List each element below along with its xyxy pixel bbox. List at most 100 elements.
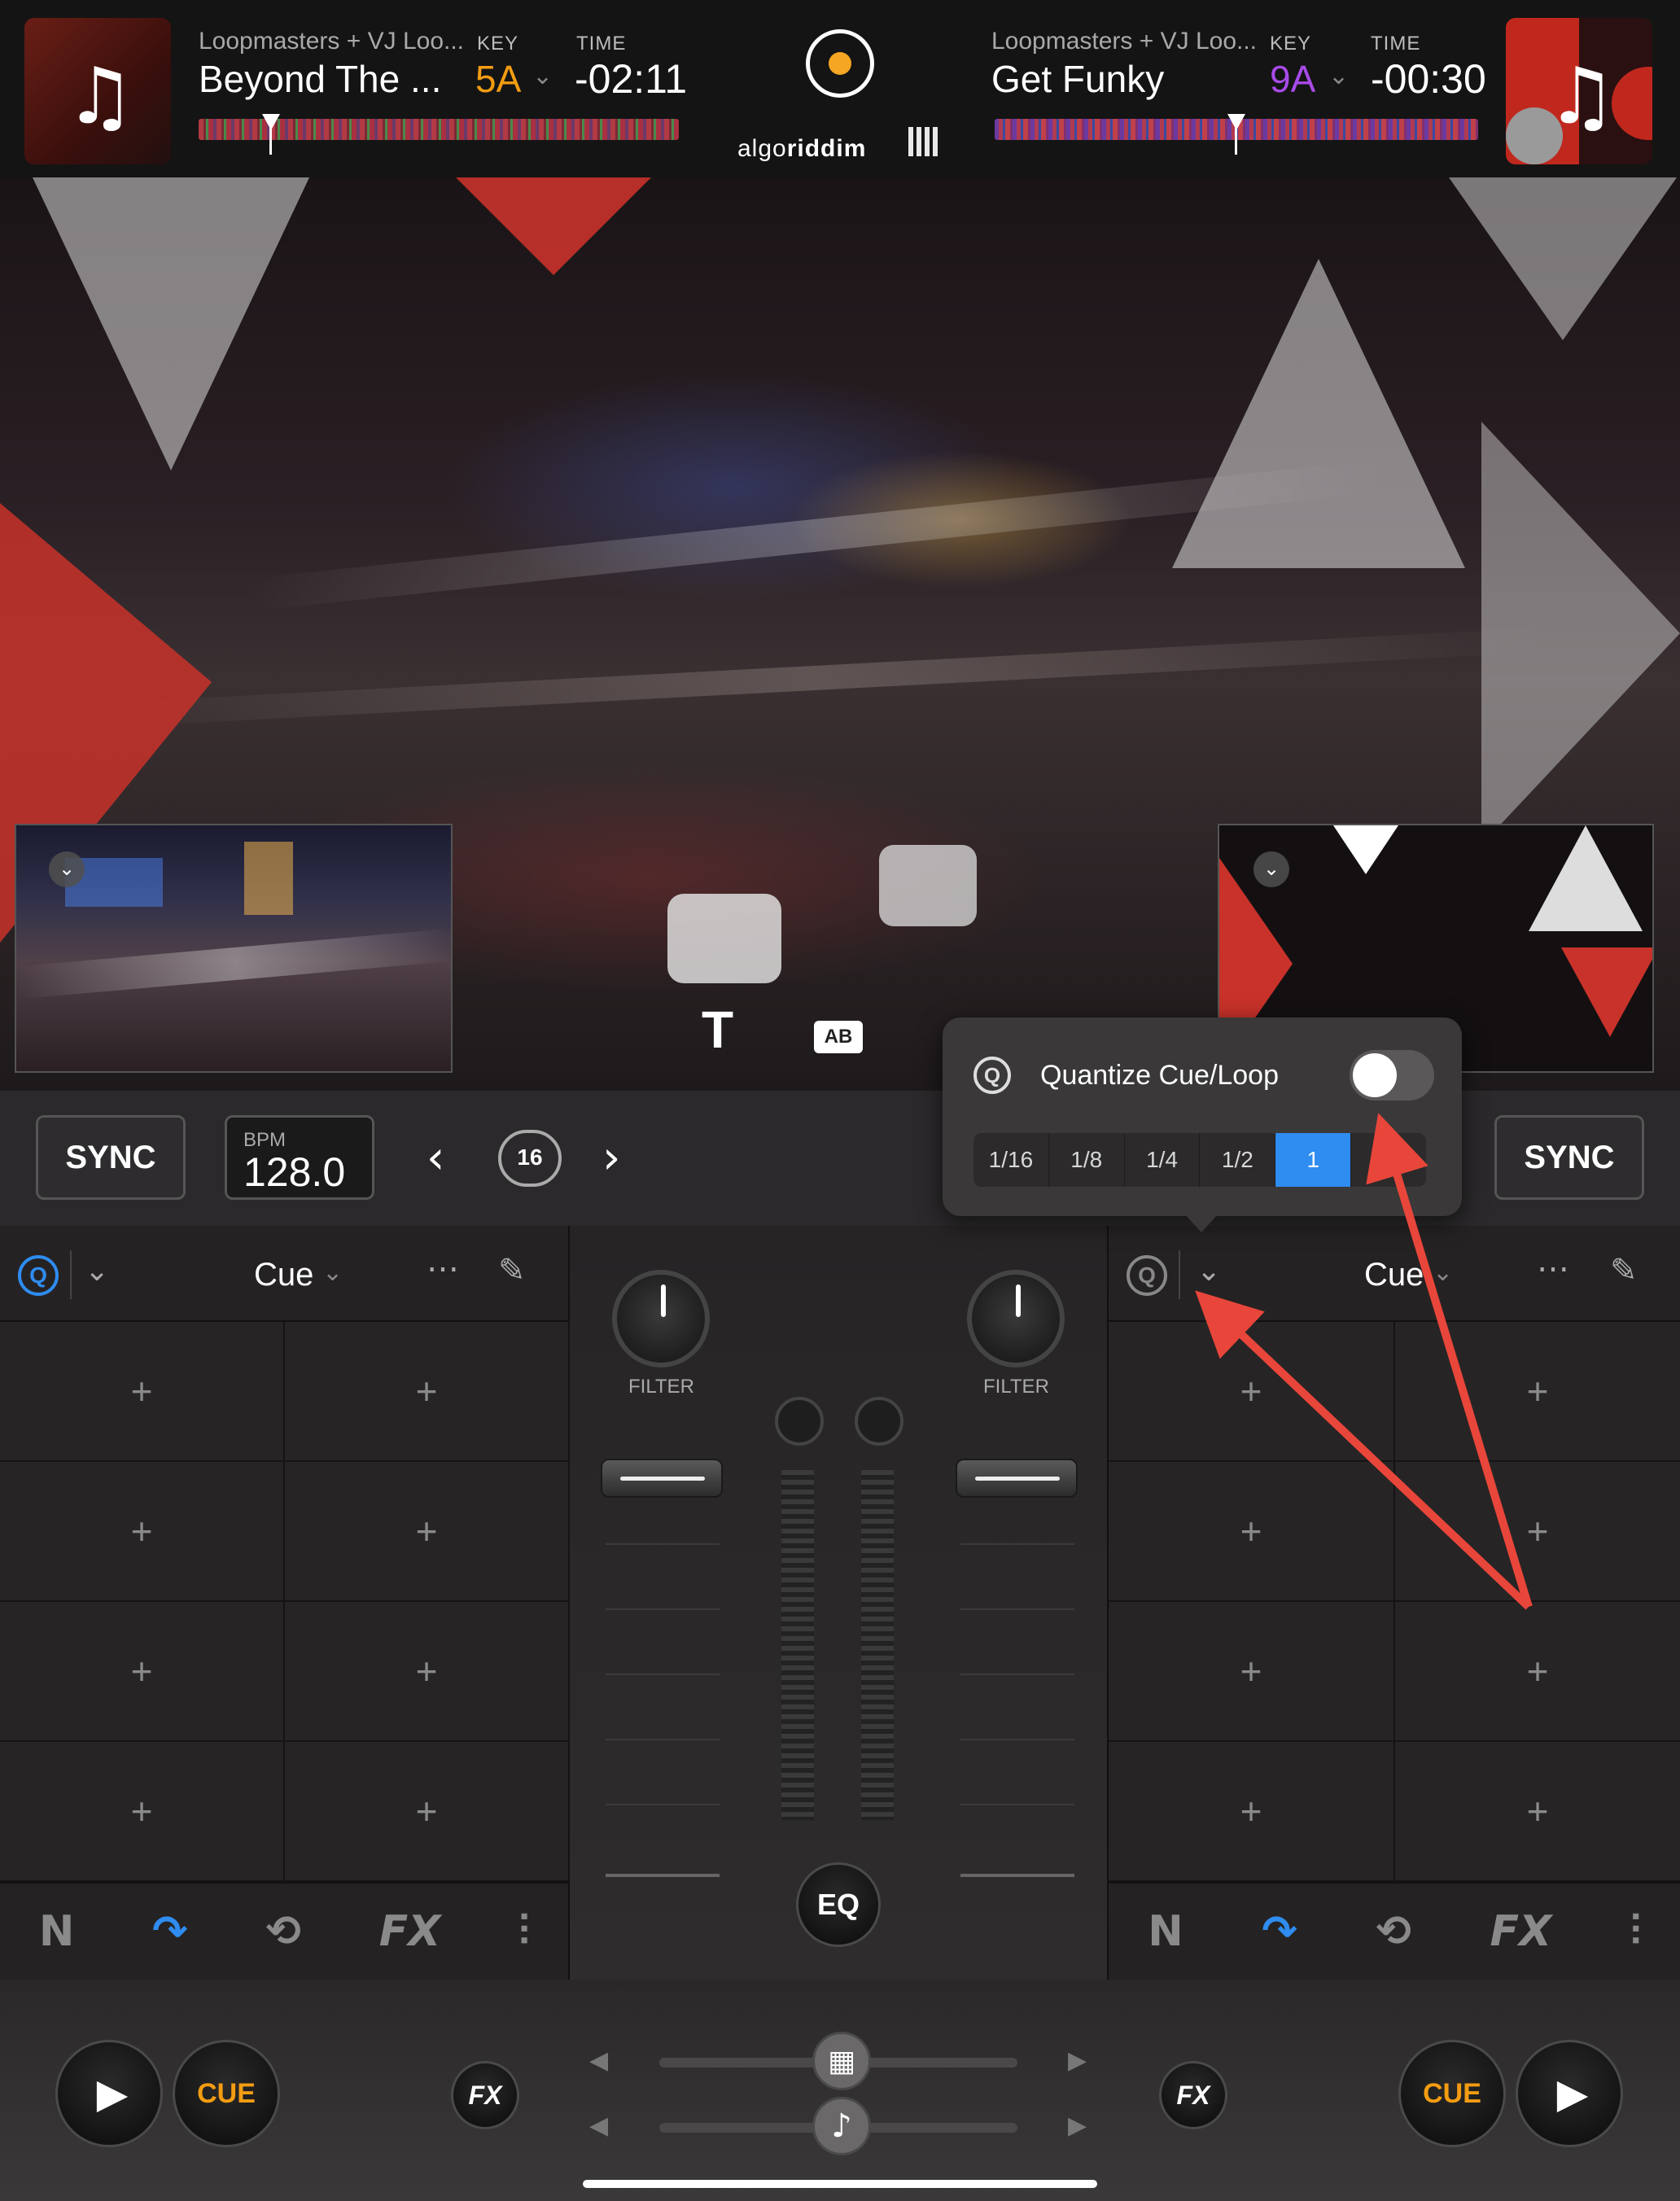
text-overlay-icon[interactable]: T [702,1000,733,1060]
cue-right-button[interactable]: CUE [1398,2040,1506,2147]
ab-transition-icon[interactable]: AB [814,1021,863,1053]
quantize-option[interactable] [1351,1133,1426,1187]
eq-button[interactable]: EQ [796,1862,881,1947]
add-pad-button[interactable]: + [0,1462,285,1602]
level-meter-left [781,1470,814,1820]
neural-mix-icon[interactable]: N [1148,1907,1183,1956]
sync-right-button[interactable]: SYNC [1494,1115,1644,1200]
record-button[interactable] [806,29,874,98]
fx-right-label: FX [1176,2080,1210,2110]
brand-text-light: algo [737,135,787,162]
sliders-icon[interactable]: ⫶ [1630,1907,1641,1957]
pad-mode-label[interactable]: Cue [254,1257,313,1293]
add-pad-button[interactable]: + [1109,1322,1395,1462]
chevron-down-icon[interactable]: ⌄ [532,62,553,90]
add-pad-button[interactable]: + [1109,1742,1395,1882]
add-pad-button[interactable]: + [285,1462,570,1602]
triangle-left-icon[interactable]: ◀ [589,2046,608,2075]
play-left-button[interactable]: ▶ [55,2040,163,2147]
toggle-knob [1353,1053,1397,1097]
cue-left-button[interactable]: CUE [173,2040,280,2147]
sliders-icon[interactable]: ⫶ [518,1907,529,1957]
video-crossfader-handle[interactable]: ▦ [812,2032,871,2090]
more-icon[interactable]: ⋯ [427,1250,459,1288]
fx-left-button[interactable]: FX [451,2061,519,2129]
add-pad-button[interactable]: + [1395,1742,1680,1882]
triangle-left-icon[interactable]: ◀ [589,2111,608,2140]
sync-left-button[interactable]: SYNC [36,1115,186,1200]
deck-right-artwork[interactable]: ♫ [1506,18,1652,164]
audio-crossfader-handle[interactable]: ♪ [812,2097,871,2155]
quantize-option[interactable]: 1/8 [1049,1133,1125,1187]
filter-left-knob[interactable] [612,1270,710,1367]
filter-left-label: FILTER [628,1376,694,1398]
chevron-down-icon[interactable]: ⌄ [85,1254,109,1288]
play-right-button[interactable]: ▶ [1516,2040,1623,2147]
fader-tick [960,1874,1074,1877]
loop-length-value: 16 [517,1144,543,1170]
knob-indicator [661,1284,666,1317]
chevron-down-icon[interactable]: ⌄ [1253,851,1289,887]
deck-left-video-thumbnail[interactable]: ⌄ [15,824,453,1073]
cue-mode-icon[interactable]: ↷ [152,1907,188,1956]
add-pad-button[interactable]: + [285,1322,570,1462]
chevron-down-icon[interactable]: ⌄ [49,851,85,887]
quantize-icon[interactable]: Q [18,1255,59,1296]
quantize-segmented-control: 1/16 1/8 1/4 1/2 1 [973,1133,1426,1187]
triangle-right-icon[interactable]: ▶ [1068,2046,1087,2075]
add-pad-button[interactable]: + [1109,1462,1395,1602]
more-icon[interactable]: ⋯ [1537,1250,1569,1288]
fx-icon[interactable]: FX [379,1907,441,1956]
pencil-icon[interactable]: ✎ [498,1252,526,1289]
cue-mode-icon[interactable]: ↷ [1262,1907,1297,1956]
pencil-icon[interactable]: ✎ [1610,1252,1638,1289]
loop-icon[interactable]: ⟲ [1376,1907,1411,1956]
quantize-option[interactable]: 1/4 [1125,1133,1201,1187]
loop-icon[interactable]: ⟲ [265,1907,301,1956]
loop-length-button[interactable]: 16 [498,1130,562,1187]
add-pad-button[interactable]: + [1395,1602,1680,1742]
chevron-right-icon[interactable]: › [602,1131,620,1184]
gain-right-knob[interactable] [855,1397,903,1446]
deck-left-time-label: TIME [576,33,627,55]
add-pad-button[interactable]: + [0,1322,285,1462]
add-pad-button[interactable]: + [285,1742,570,1882]
neural-mix-icon[interactable]: N [39,1907,75,1956]
white-triangle [1529,825,1643,931]
quantize-option-selected[interactable]: 1 [1275,1133,1352,1187]
fx-left-label: FX [468,2080,502,2110]
fx-icon[interactable]: FX [1490,1907,1552,1956]
quantize-option[interactable]: 1/2 [1200,1133,1276,1187]
home-indicator[interactable] [583,2180,1097,2188]
triangle-right-icon[interactable]: ▶ [1068,2111,1087,2140]
add-pad-button[interactable]: + [0,1742,285,1882]
fader-tick [960,1543,1074,1545]
add-pad-button[interactable]: + [1395,1322,1680,1462]
chevron-down-icon[interactable]: ⌄ [1433,1258,1453,1287]
volume-right-fader[interactable] [956,1459,1078,1498]
quantize-icon[interactable]: Q [1127,1255,1167,1296]
gain-left-knob[interactable] [775,1397,824,1446]
deck-left-title[interactable]: Beyond The ... [199,57,441,101]
add-pad-button[interactable]: + [1395,1462,1680,1602]
add-pad-button[interactable]: + [285,1602,570,1742]
filter-right-knob[interactable] [967,1270,1065,1367]
deck-left-key[interactable]: 5A [475,57,521,101]
add-pad-button[interactable]: + [0,1602,285,1742]
deck-right-title[interactable]: Get Funky [991,57,1164,101]
deck-left-artwork[interactable]: ♫ [24,18,171,164]
quantize-toggle[interactable] [1350,1050,1434,1100]
chevron-down-icon[interactable]: ⌄ [1328,62,1349,90]
deck-right-key[interactable]: 9A [1270,57,1315,101]
add-pad-button[interactable]: + [1109,1602,1395,1742]
chevron-down-icon[interactable]: ⌄ [322,1258,343,1287]
fx-right-button[interactable]: FX [1159,2061,1227,2129]
music-note-icon: ♪ [831,2107,852,2145]
bpm-display[interactable]: BPM 128.0 [225,1115,374,1200]
pad-mode-label[interactable]: Cue [1364,1257,1424,1293]
quantize-option[interactable]: 1/16 [973,1133,1049,1187]
chevron-left-icon[interactable]: ‹ [427,1131,444,1184]
volume-left-fader[interactable] [601,1459,723,1498]
quantize-dropdown-chevron-icon[interactable]: ⌄ [1197,1254,1221,1288]
light-streak [16,928,451,1000]
